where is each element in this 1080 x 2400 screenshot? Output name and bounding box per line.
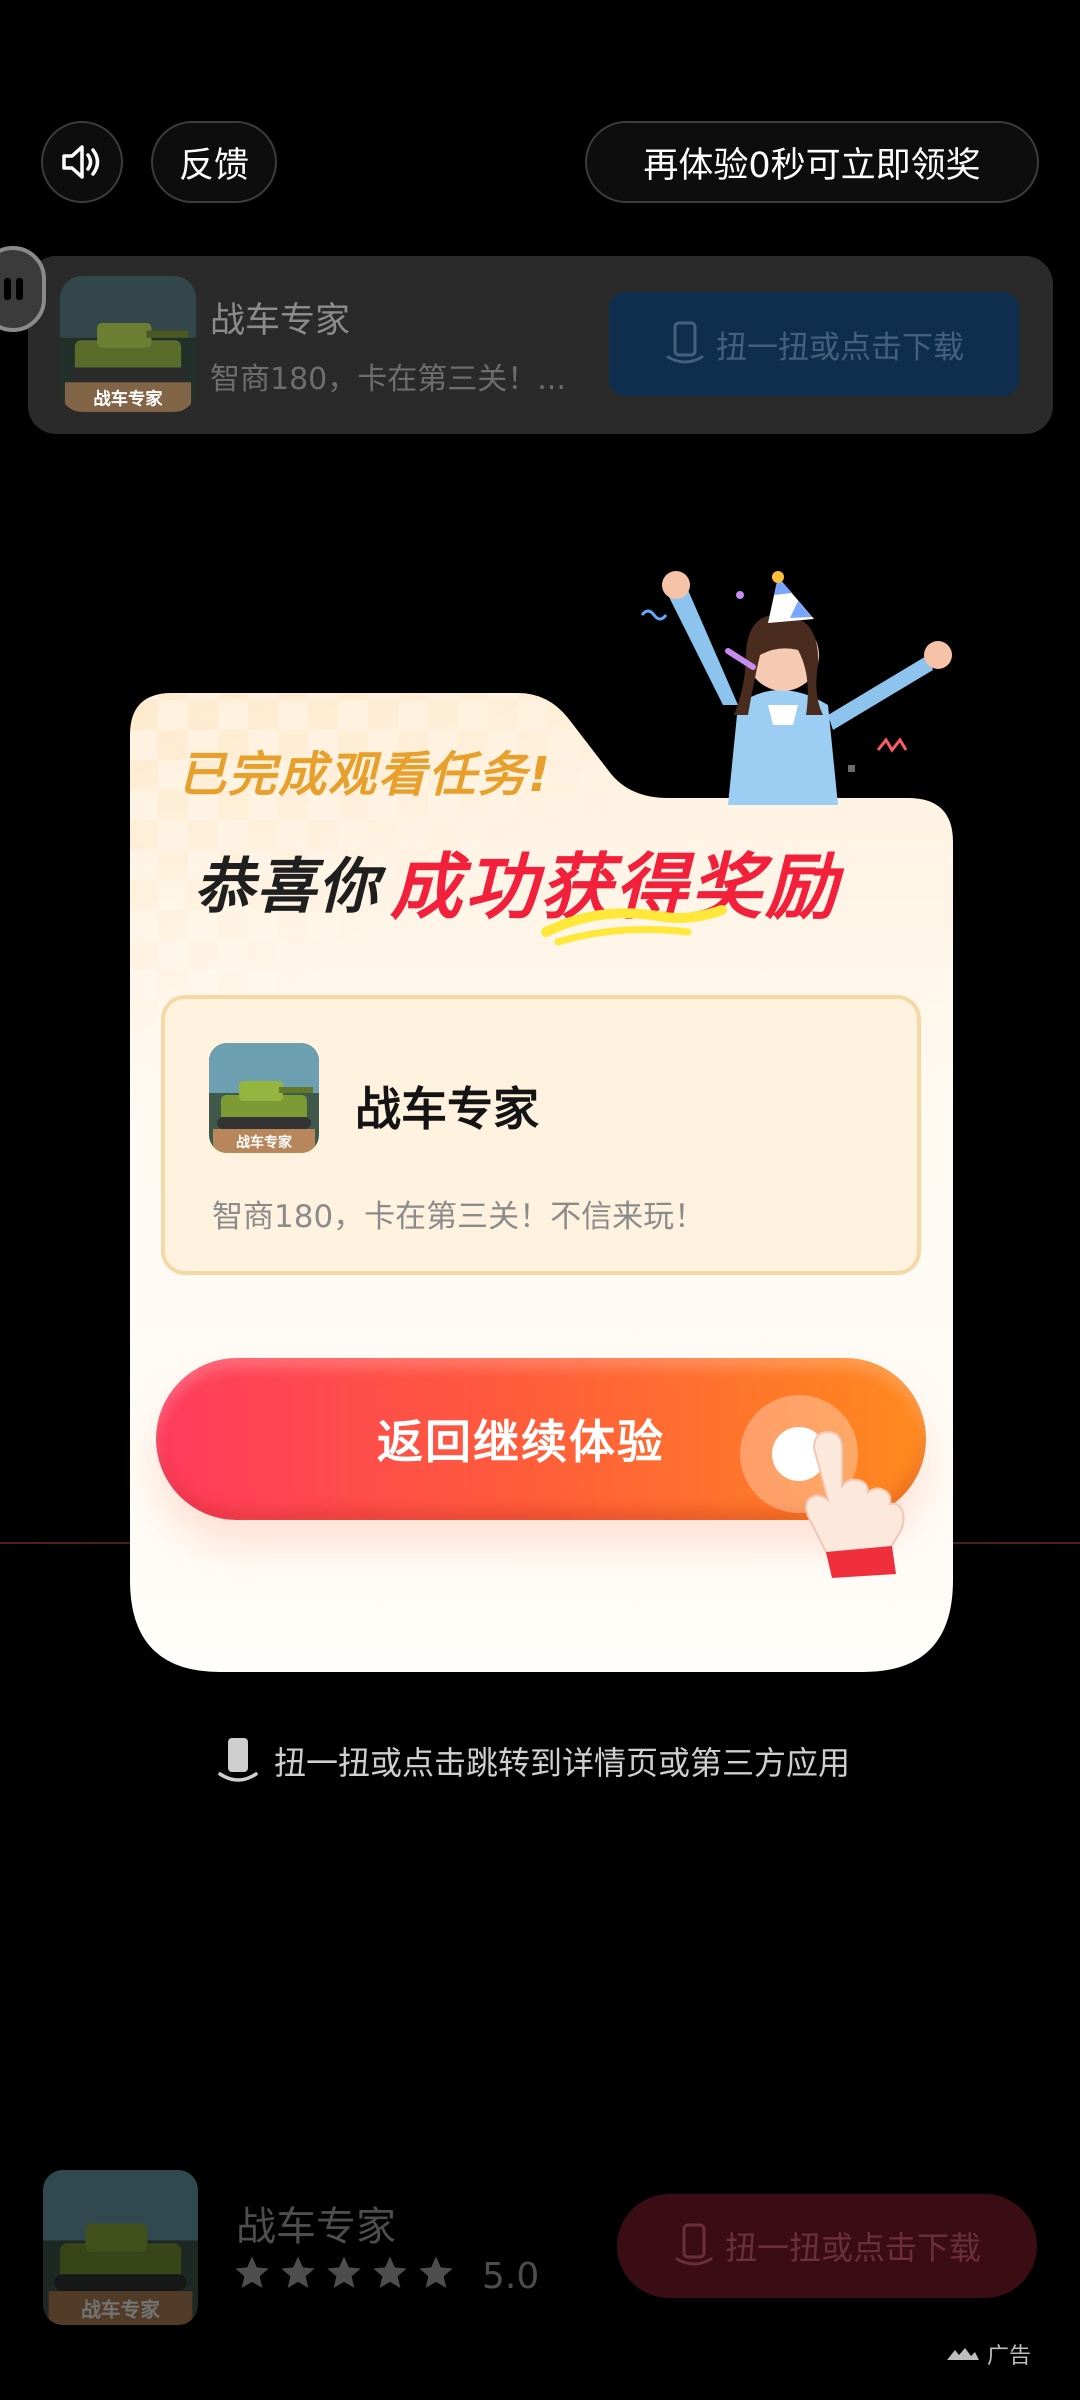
reward-dialog: 已完成观看任务! 恭喜你 成功获得奖励 战车专家 战车专家 智商180，卡在第三… — [128, 571, 968, 1680]
star-icon — [235, 2256, 269, 2288]
bottom-download-button[interactable]: 扭一扭或点击下载 — [617, 2194, 1037, 2298]
shake-hint: 扭一扭或点击跳转到详情页或第三方应用 — [216, 1736, 850, 1786]
congrats-text: 恭喜你 — [194, 852, 380, 922]
phone-shake-icon — [666, 321, 704, 364]
rating-stars — [232, 2253, 456, 2293]
ad-logo-icon — [947, 2348, 979, 2360]
star-icon — [327, 2256, 361, 2288]
speaker-icon — [62, 145, 100, 179]
app-description: 智商180，卡在第三关！... — [210, 362, 566, 397]
feedback-button[interactable]: 反馈 — [151, 121, 277, 203]
highlight-squiggle — [541, 905, 727, 946]
star-icon — [281, 2256, 315, 2288]
rating-value: 5.0 — [482, 2256, 540, 2297]
top-ad-card[interactable]: 战车专家 战车专家 智商180，卡在第三关！... 扭一扭或点击下载 — [28, 256, 1053, 434]
star-icon — [373, 2256, 407, 2288]
return-continue-label: 返回继续体验 — [377, 1415, 665, 1469]
bottom-app-name: 战车专家 — [236, 2204, 396, 2250]
icon-text: 战车专家 — [236, 1134, 293, 1151]
star-icon — [419, 2256, 453, 2288]
app-title: 战车专家 — [210, 301, 351, 341]
app-info-card[interactable]: 战车专家 战车专家 智商180，卡在第三关！不信来玩！ — [161, 995, 921, 1275]
download-label: 扭一扭或点击下载 — [716, 329, 964, 366]
pointing-hand-icon — [805, 1430, 905, 1578]
reward-countdown-label: 再体验0秒可立即领奖 — [643, 145, 981, 186]
app-icon: 战车专家 — [60, 276, 196, 412]
shake-hint-text: 扭一扭或点击跳转到详情页或第三方应用 — [274, 1744, 851, 1782]
ad-tag: 广告 — [945, 2338, 1031, 2370]
bottom-app-icon[interactable]: 战车专家 — [43, 2170, 198, 2325]
floating-handle[interactable] — [0, 246, 46, 332]
feedback-label: 反馈 — [178, 145, 249, 186]
phone-shake-icon — [218, 1738, 258, 1782]
reward-countdown-button[interactable]: 再体验0秒可立即领奖 — [585, 121, 1039, 203]
icon-text: 战车专家 — [81, 2299, 160, 2322]
bottom-download-label: 扭一扭或点击下载 — [724, 2229, 981, 2267]
ad-label: 广告 — [987, 2344, 1032, 2369]
reward-ad-screen: 反馈 再体验0秒可立即领奖 战车专家 战车专家 智商180，卡在第三关！... — [0, 0, 1080, 2400]
download-button[interactable]: 扭一扭或点击下载 — [609, 292, 1019, 396]
app-icon: 战车专家 — [209, 1043, 319, 1153]
phone-shake-icon — [675, 2223, 713, 2266]
celebrating-girl-illustration — [640, 571, 952, 805]
task-complete-text: 已完成观看任务! — [178, 747, 552, 803]
app-description: 智商180，卡在第三关！不信来玩！ — [212, 1199, 706, 1235]
app-name: 战车专家 — [355, 1082, 539, 1136]
sound-toggle-button[interactable] — [41, 121, 123, 203]
icon-text: 战车专家 — [93, 389, 163, 410]
